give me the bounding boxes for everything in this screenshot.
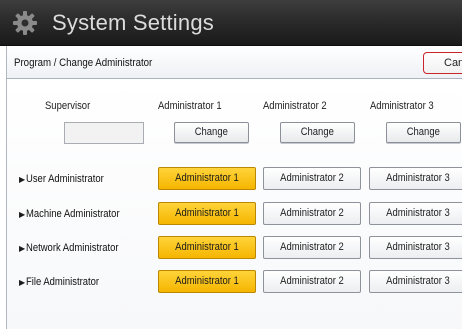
arrow-icon: ▶ [19, 175, 26, 184]
supervisor-label: Supervisor [45, 100, 91, 112]
file-admin2-button[interactable]: Administrator 2 [263, 270, 361, 293]
machine-admin1-button[interactable]: Administrator 1 [158, 202, 256, 225]
network-admin1-button[interactable]: Administrator 1 [158, 236, 256, 259]
change-admin3-button[interactable]: Change [386, 122, 461, 143]
change-admin2-button[interactable]: Change [280, 122, 355, 143]
admin2-column-label: Administrator 2 [263, 100, 327, 112]
machine-admin2-button[interactable]: Administrator 2 [263, 202, 361, 225]
file-admin1-button[interactable]: Administrator 1 [158, 270, 256, 293]
change-admin3-label: Change [406, 126, 441, 138]
settings-panel: Program / Change Administrator Cancel Su… [6, 46, 462, 329]
change-admin2-label: Change [300, 126, 335, 138]
machine-admin3-button[interactable]: Administrator 3 [369, 202, 462, 225]
admin1-column-label: Administrator 1 [158, 100, 222, 112]
file-admin3-button[interactable]: Administrator 3 [369, 270, 462, 293]
network-admin2-button[interactable]: Administrator 2 [263, 236, 361, 259]
cancel-button[interactable]: Cancel [423, 52, 462, 74]
user-admin1-button[interactable]: Administrator 1 [158, 167, 256, 190]
change-admin1-label: Change [194, 126, 229, 138]
user-admin3-button[interactable]: Administrator 3 [369, 167, 462, 190]
row-label-machine-administrator: ▶Machine Administrator [19, 208, 120, 220]
header-bar: Program / Change Administrator Cancel [7, 46, 462, 79]
change-admin1-button[interactable]: Change [174, 122, 249, 143]
user-admin2-button[interactable]: Administrator 2 [263, 167, 361, 190]
arrow-icon: ▶ [19, 210, 26, 219]
row-label-user-administrator: ▶User Administrator [19, 173, 104, 185]
content-area: Supervisor Administrator 1 Administrator… [7, 80, 462, 329]
page-title: Program / Change Administrator [14, 57, 153, 69]
network-admin3-button[interactable]: Administrator 3 [369, 236, 462, 259]
arrow-icon: ▶ [19, 278, 26, 287]
supervisor-field [64, 122, 144, 144]
title-bar: System Settings [0, 0, 462, 46]
row-label-network-administrator: ▶Network Administrator [19, 242, 119, 254]
row-label-file-administrator: ▶File Administrator [19, 276, 100, 288]
admin3-column-label: Administrator 3 [370, 100, 434, 112]
window-title: System Settings [52, 10, 214, 35]
arrow-icon: ▶ [19, 244, 26, 253]
gear-icon [13, 11, 37, 35]
